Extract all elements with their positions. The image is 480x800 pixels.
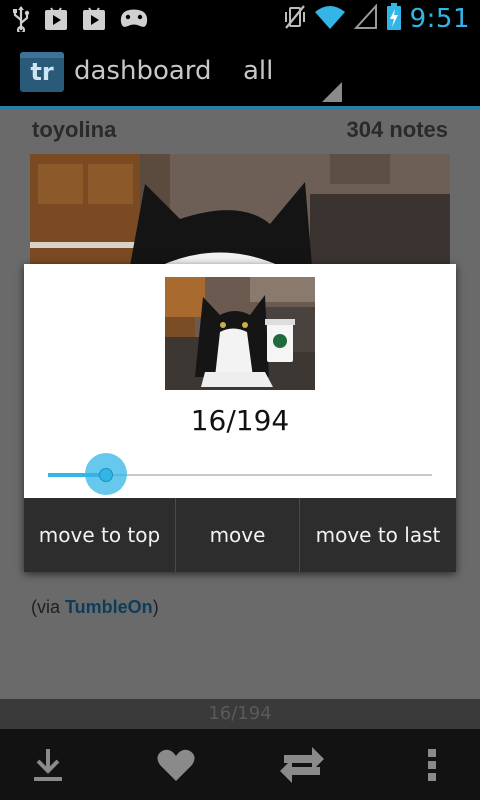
via-suffix: ) bbox=[152, 597, 159, 617]
post-photo[interactable] bbox=[30, 154, 450, 266]
position-slider[interactable] bbox=[48, 453, 432, 496]
system-icons: 9:51 bbox=[284, 3, 470, 35]
move-to-top-button[interactable]: move to top bbox=[24, 498, 175, 572]
via-link[interactable]: TumbleOn bbox=[65, 597, 153, 617]
move-dialog: 16/194 move to top move move to last bbox=[24, 264, 456, 572]
overflow-menu-icon[interactable] bbox=[408, 741, 456, 789]
page-indicator: 16/194 bbox=[0, 699, 480, 729]
via-prefix: (via bbox=[31, 597, 66, 617]
download-icon[interactable] bbox=[24, 741, 72, 789]
clock: 9:51 bbox=[409, 4, 470, 34]
usb-icon bbox=[12, 6, 30, 32]
bottom-action-bar bbox=[0, 729, 480, 800]
status-bar: 9:51 bbox=[0, 0, 480, 38]
slider-thumb[interactable] bbox=[99, 469, 112, 481]
dashboard-title[interactable]: dashboard bbox=[74, 56, 212, 86]
dialog-button-bar: move to top move move to last bbox=[24, 498, 456, 572]
game-controller-icon bbox=[120, 8, 148, 30]
app-logo[interactable]: tr bbox=[20, 52, 64, 92]
move-button[interactable]: move bbox=[175, 498, 299, 572]
post-notes-count[interactable]: 304 notes bbox=[347, 117, 449, 143]
post-thumbnail bbox=[165, 277, 315, 390]
heart-icon[interactable] bbox=[152, 741, 200, 789]
wifi-icon bbox=[314, 4, 346, 34]
cat-thumbnail-image bbox=[165, 277, 315, 390]
spinner-triangle-icon[interactable] bbox=[322, 82, 342, 102]
post-username[interactable]: toyolina bbox=[32, 117, 116, 143]
cat-photo bbox=[30, 154, 450, 266]
filter-spinner[interactable]: all bbox=[243, 56, 273, 86]
signal-icon bbox=[353, 3, 378, 34]
move-to-last-button[interactable]: move to last bbox=[299, 498, 456, 572]
dialog-body: 16/194 bbox=[24, 264, 456, 498]
vibrate-mute-icon bbox=[284, 4, 306, 34]
reblog-icon[interactable] bbox=[278, 741, 326, 789]
post-via: (via TumbleOn) bbox=[31, 597, 159, 618]
play-store-icon bbox=[44, 7, 68, 31]
position-counter: 16/194 bbox=[190, 404, 290, 437]
play-store-icon bbox=[82, 7, 106, 31]
battery-charging-icon bbox=[386, 3, 402, 35]
action-bar: tr dashboard all bbox=[0, 38, 480, 106]
notification-icons bbox=[12, 6, 148, 32]
